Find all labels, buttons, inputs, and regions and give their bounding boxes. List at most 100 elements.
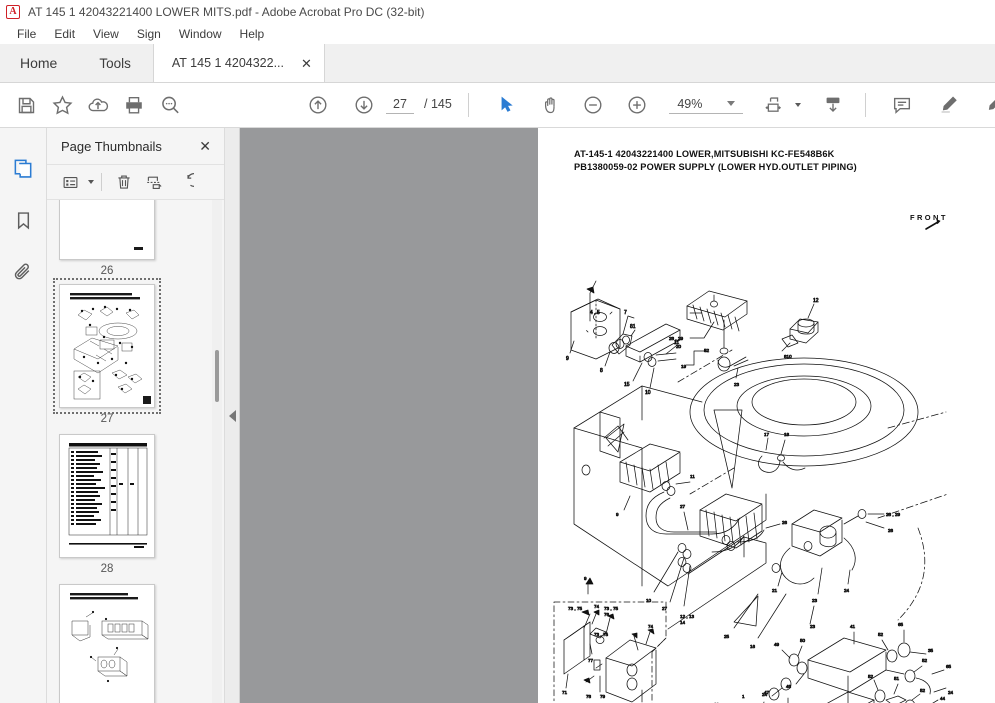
svg-text:28 , 29: 28 , 29: [886, 512, 900, 517]
pdf-page[interactable]: AT-145-1 42043221400 LOWER,MITSUBISHI KC…: [538, 128, 995, 703]
svg-text:78: 78: [586, 694, 592, 699]
list-item[interactable]: 28: [59, 434, 155, 589]
thumbnails-scrollbar-thumb[interactable]: [215, 350, 219, 402]
svg-text:50: 50: [800, 638, 806, 643]
collapse-sidebar-button[interactable]: [225, 128, 240, 703]
svg-text:81: 81: [630, 324, 636, 330]
svg-text:73 , 75: 73 , 75: [568, 606, 582, 611]
svg-text:26: 26: [888, 528, 894, 533]
document-view[interactable]: AT-145-1 42043221400 LOWER,MITSUBISHI KC…: [240, 128, 995, 703]
menu-view[interactable]: View: [84, 25, 128, 43]
comment-icon[interactable]: [884, 87, 920, 123]
list-item[interactable]: 27: [53, 278, 161, 439]
thumbnail-page-26[interactable]: [59, 200, 155, 260]
tab-document[interactable]: AT 145 1 4204322... ✕: [152, 44, 325, 82]
thumbnail-page-28[interactable]: [59, 434, 155, 558]
menu-edit[interactable]: Edit: [45, 25, 84, 43]
zoom-level-control[interactable]: 49%: [668, 96, 743, 114]
tab-strip: Home Tools AT 145 1 4204322... ✕: [0, 44, 995, 83]
highlight-icon[interactable]: [930, 87, 966, 123]
svg-text:12 , 13: 12 , 13: [680, 614, 694, 619]
svg-text:16: 16: [750, 644, 756, 649]
page-total-label: / 145: [424, 96, 452, 111]
thumbnail-selected-marker: [143, 396, 151, 404]
page-number-input[interactable]: 27: [386, 97, 414, 114]
thumbnail-label: 26: [100, 265, 114, 277]
select-cursor-icon[interactable]: [489, 87, 525, 123]
svg-text:23: 23: [810, 624, 816, 629]
svg-text:7: 7: [624, 310, 627, 316]
svg-text:8: 8: [600, 368, 603, 374]
svg-text:49: 49: [774, 642, 780, 647]
thumbnail-label: 28: [100, 563, 114, 575]
close-icon[interactable]: ✕: [196, 137, 214, 155]
svg-text:52: 52: [922, 658, 928, 663]
window-title: AT 145 1 42043221400 LOWER MITS.pdf - Ad…: [28, 4, 425, 19]
sidebar-item-attachments[interactable]: [4, 252, 42, 292]
tab-tools[interactable]: Tools: [77, 44, 153, 82]
star-icon[interactable]: [44, 87, 80, 123]
fit-page-icon[interactable]: [757, 87, 793, 123]
delete-pages-icon[interactable]: [109, 168, 139, 196]
title-bar: A AT 145 1 42043221400 LOWER MITS.pdf - …: [0, 0, 995, 23]
fit-page-chevron-icon[interactable]: [794, 103, 801, 107]
zoom-out-icon[interactable]: [575, 87, 611, 123]
upload-cloud-icon[interactable]: [80, 87, 116, 123]
svg-text:52: 52: [878, 632, 884, 637]
list-item[interactable]: 29: [59, 584, 155, 703]
hand-tool-icon[interactable]: [533, 87, 569, 123]
next-page-icon[interactable]: [346, 87, 382, 123]
list-item[interactable]: 26: [59, 200, 155, 291]
sidebar-item-page-thumbnails[interactable]: [4, 148, 42, 188]
tab-strip-filler: [324, 44, 995, 82]
print-icon[interactable]: [116, 87, 152, 123]
tab-home[interactable]: Home: [0, 44, 78, 82]
menu-bar: File Edit View Sign Window Help: [0, 23, 995, 45]
thumbnail-size-chevron-icon[interactable]: [88, 180, 94, 184]
svg-text:11: 11: [690, 474, 695, 479]
thumbnail-page-27[interactable]: [53, 278, 161, 414]
svg-text:1: 1: [742, 694, 745, 699]
acrobat-window: A AT 145 1 42043221400 LOWER MITS.pdf - …: [0, 0, 995, 703]
previous-page-icon[interactable]: [300, 87, 336, 123]
page-number-control: 27 / 145: [386, 97, 452, 114]
svg-text:27: 27: [662, 606, 668, 611]
svg-text:52: 52: [920, 688, 926, 693]
svg-text:24: 24: [844, 588, 850, 593]
rotate-pages-icon[interactable]: [169, 168, 199, 196]
thumbnail-label: 27: [100, 413, 114, 425]
sign-icon[interactable]: [976, 87, 995, 123]
svg-text:9: 9: [584, 576, 587, 581]
scroll-mode-icon[interactable]: [815, 87, 851, 123]
zoom-in-icon[interactable]: [619, 87, 655, 123]
svg-text:25: 25: [724, 634, 730, 639]
svg-text:71: 71: [562, 690, 568, 695]
sidebar-item-bookmarks[interactable]: [4, 200, 42, 240]
menu-help[interactable]: Help: [231, 25, 274, 43]
extract-pages-icon[interactable]: [139, 168, 169, 196]
thumbnails-scroll-region[interactable]: 26 27 28: [47, 200, 224, 703]
zoom-level-value: 49%: [677, 96, 703, 111]
thumbnails-scrollbar[interactable]: [212, 200, 222, 703]
svg-text:44: 44: [940, 696, 946, 701]
svg-text:35: 35: [928, 648, 934, 653]
menu-window[interactable]: Window: [170, 25, 231, 43]
parts-diagram: 4 , 5 9 7 8 81 11 15 10 28 , 29 20 19 52…: [553, 219, 954, 703]
svg-text:4 , 5: 4 , 5: [590, 310, 600, 316]
tab-close-icon[interactable]: ✕: [301, 57, 312, 70]
menu-file[interactable]: File: [8, 25, 45, 43]
svg-text:74: 74: [648, 624, 654, 629]
svg-text:65: 65: [898, 622, 904, 627]
thumbnail-size-icon[interactable]: [55, 168, 85, 196]
zoom-search-icon[interactable]: [152, 87, 188, 123]
svg-text:18: 18: [784, 432, 790, 437]
page-thumbnails-header: Page Thumbnails ✕: [47, 128, 224, 164]
page-thumbnails-toolbar: [47, 164, 224, 200]
thumbnail-page-29[interactable]: [59, 584, 155, 703]
menu-sign[interactable]: Sign: [128, 25, 170, 43]
svg-text:26: 26: [782, 520, 788, 525]
svg-text:15: 15: [624, 382, 630, 388]
save-icon[interactable]: [8, 87, 44, 123]
svg-text:77: 77: [588, 658, 594, 663]
chevron-down-icon[interactable]: [726, 101, 735, 106]
